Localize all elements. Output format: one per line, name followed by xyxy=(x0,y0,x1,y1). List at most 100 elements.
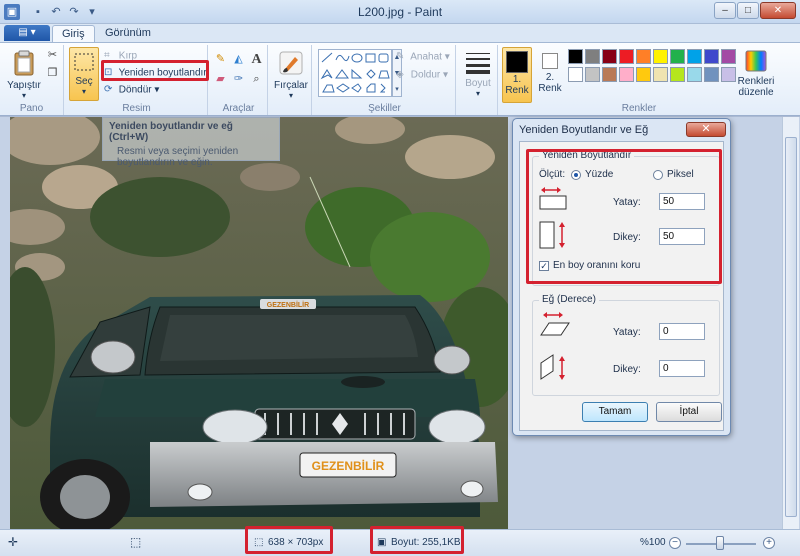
color-swatch[interactable] xyxy=(636,67,651,82)
color-swatch[interactable] xyxy=(602,67,617,82)
resize-section: Yeniden Boyutlandır Ölçüt: Yüzde Piksel … xyxy=(532,150,720,286)
close-button[interactable]: ✕ xyxy=(760,2,796,19)
title-bar: ▣ ▪ ↶ ↷ ▾ L200.jpg - Paint – □ ✕ xyxy=(0,0,800,24)
paste-button[interactable]: Yapıştır ▾ xyxy=(6,49,42,100)
color-swatch[interactable] xyxy=(585,67,600,82)
scrollbar-thumb[interactable] xyxy=(785,137,797,517)
color-swatch[interactable] xyxy=(687,49,702,64)
color-wheel-icon xyxy=(745,50,767,72)
color-swatch[interactable] xyxy=(619,49,634,64)
ok-button[interactable]: Tamam xyxy=(582,402,648,422)
vertical-resize-icon xyxy=(539,221,565,249)
color1-button[interactable]: 1. Renk xyxy=(502,47,532,103)
pencil-icon[interactable]: ✎ xyxy=(212,51,229,68)
tooltip-title: Yeniden boyutlandır ve eğ (Ctrl+W) xyxy=(109,121,233,143)
paint-menu-button[interactable]: ▤ ▾ xyxy=(4,25,50,41)
tools-group: ✎ ◭ A ▰ ✑ ⌕ Araçlar xyxy=(210,45,268,115)
magnifier-icon[interactable]: ⌕ xyxy=(248,71,265,88)
vertical-input[interactable] xyxy=(659,228,705,245)
color-swatch[interactable] xyxy=(721,49,736,64)
outline-button[interactable]: ✎ Anahat ▾ xyxy=(396,49,450,65)
color-swatch[interactable] xyxy=(619,67,634,82)
color1-label-line2: Renk xyxy=(505,85,529,96)
brushes-dropdown-icon: ▾ xyxy=(288,91,293,100)
size-button[interactable]: Boyut ▾ xyxy=(461,49,495,98)
skew-vertical-label: Dikey: xyxy=(613,364,641,375)
skew-horizontal-input[interactable] xyxy=(659,323,705,340)
pixels-label[interactable]: Piksel xyxy=(667,169,694,180)
ribbon-tabs: ▤ ▾ Giriş Görünüm xyxy=(0,24,800,42)
brushes-label: Fırçalar xyxy=(274,80,308,91)
text-tool-icon[interactable]: A xyxy=(248,51,265,68)
vertical-label: Dikey: xyxy=(613,232,641,243)
pixels-radio[interactable] xyxy=(653,170,663,180)
color-swatch[interactable] xyxy=(653,67,668,82)
fill-button[interactable]: ◈ Doldur ▾ xyxy=(396,67,448,83)
edit-colors-button[interactable]: Renkleri düzenle xyxy=(736,49,776,98)
color-swatch[interactable] xyxy=(602,49,617,64)
horizontal-input[interactable] xyxy=(659,193,705,210)
resize-button[interactable]: ⊡ Yeniden boyutlandır xyxy=(104,65,207,81)
skew-section-title: Eğ (Derece) xyxy=(539,294,599,305)
brush-icon xyxy=(279,51,303,75)
color-swatch[interactable] xyxy=(585,49,600,64)
tab-view[interactable]: Görünüm xyxy=(96,25,160,42)
color1-swatch xyxy=(506,51,528,73)
color-swatch[interactable] xyxy=(670,49,685,64)
skew-horizontal-label: Yatay: xyxy=(613,327,641,338)
eraser-icon[interactable]: ▰ xyxy=(212,71,229,88)
horizontal-label: Yatay: xyxy=(613,197,641,208)
window-title: L200.jpg - Paint xyxy=(357,5,443,19)
skew-vertical-input[interactable] xyxy=(659,360,705,377)
windshield-sticker-text: GEZENBİLİR xyxy=(267,301,309,309)
color-swatch[interactable] xyxy=(653,49,668,64)
canvas-image[interactable]: GEZENBİLİR GEZENBİLİR xyxy=(10,117,508,529)
minimize-button[interactable]: – xyxy=(714,2,736,19)
vertical-scrollbar[interactable] xyxy=(782,117,799,529)
zoom-out-button[interactable]: − xyxy=(669,537,681,549)
shapes-group: ▲ ▼ ▾ ✎ Anahat ▾ ◈ Doldur ▾ Şekiller xyxy=(314,45,456,115)
color-swatch[interactable] xyxy=(687,67,702,82)
aspect-ratio-label[interactable]: En boy oranını koru xyxy=(553,260,640,271)
percent-label[interactable]: Yüzde xyxy=(585,169,613,180)
dialog-close-button[interactable]: ✕ xyxy=(686,122,726,137)
rotate-dropdown-icon: ▾ xyxy=(154,84,160,96)
color-swatch[interactable] xyxy=(670,67,685,82)
resize-tooltip: Yeniden boyutlandır ve eğ (Ctrl+W) Resmi… xyxy=(102,117,280,168)
rotate-button[interactable]: ⟳ Döndür ▾ xyxy=(104,82,159,98)
fill-bucket-icon[interactable]: ◭ xyxy=(230,51,247,68)
color2-label-line2: Renk xyxy=(538,83,562,94)
outline-label: Anahat xyxy=(410,51,442,63)
select-button[interactable]: Seç ▾ xyxy=(69,47,99,101)
edit-colors-label-line2: düzenle xyxy=(738,87,774,98)
color-swatch[interactable] xyxy=(704,67,719,82)
cut-icon[interactable]: ✂ xyxy=(44,47,61,64)
zoom-slider-thumb[interactable] xyxy=(716,536,724,550)
cancel-button[interactable]: İptal xyxy=(656,402,722,422)
colors-group-label: Renkler xyxy=(621,103,657,114)
crop-button[interactable]: ⌗ Kırp xyxy=(104,48,137,64)
color1-label-line1: 1. xyxy=(512,74,522,85)
color-swatch[interactable] xyxy=(568,67,583,82)
copy-icon[interactable]: ❐ xyxy=(44,65,61,82)
tab-home[interactable]: Giriş xyxy=(52,25,95,42)
color2-button[interactable]: 2. Renk xyxy=(536,49,564,94)
percent-radio[interactable] xyxy=(571,170,581,180)
zoom-in-button[interactable]: + xyxy=(763,537,775,549)
image-size-icon: ⬚ xyxy=(254,537,264,548)
tooltip-desc-line1: Resmi veya seçimi yeniden xyxy=(117,146,239,157)
file-size-icon: ▣ xyxy=(377,537,387,548)
outline-icon: ✎ xyxy=(396,51,405,62)
color-swatch[interactable] xyxy=(721,67,736,82)
color-picker-icon[interactable]: ✑ xyxy=(230,71,247,88)
zoom-level: %100 xyxy=(640,537,666,548)
color2-swatch xyxy=(542,53,558,69)
color-swatch[interactable] xyxy=(704,49,719,64)
color-swatch[interactable] xyxy=(636,49,651,64)
size-dropdown-icon: ▾ xyxy=(475,89,480,98)
aspect-ratio-checkbox[interactable]: ✓ xyxy=(539,261,549,271)
brushes-button[interactable]: Fırçalar ▾ xyxy=(273,49,309,100)
color-swatch[interactable] xyxy=(568,49,583,64)
maximize-button[interactable]: □ xyxy=(737,2,759,19)
vertical-skew-icon xyxy=(540,354,565,380)
